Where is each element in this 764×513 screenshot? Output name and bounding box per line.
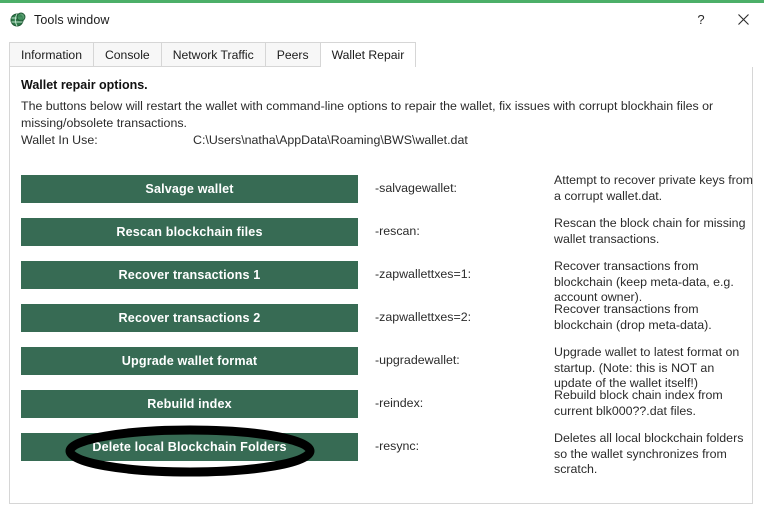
close-icon — [737, 14, 749, 25]
panel-heading: Wallet repair options. — [21, 78, 148, 92]
coin-globe-icon — [10, 12, 26, 28]
repair-row: Upgrade wallet format -upgradewallet: Up… — [10, 345, 754, 390]
rebuild-index-button[interactable]: Rebuild index — [21, 390, 358, 418]
upgrade-wallet-format-button[interactable]: Upgrade wallet format — [21, 347, 358, 375]
recover-transactions-1-description: Recover transactions from blockchain (ke… — [554, 259, 734, 304]
salvage-wallet-button[interactable]: Salvage wallet — [21, 175, 358, 203]
recover-transactions-1-button[interactable]: Recover transactions 1 — [21, 261, 358, 289]
delete-local-blockchain-folders-button[interactable]: Delete local Blockchain Folders — [21, 433, 358, 461]
salvage-wallet-description: Attempt to recover private keys from a c… — [554, 173, 754, 203]
wallet-in-use-label: Wallet In Use: — [21, 133, 98, 147]
window-controls: ? — [680, 3, 764, 36]
zapwallettxes-1-flag: -zapwallettxes=1: — [375, 267, 472, 281]
repair-row: Rescan blockchain files -rescan: Rescan … — [10, 216, 754, 261]
repair-row: Rebuild index -reindex: Rebuild block ch… — [10, 388, 754, 433]
reindex-flag: -reindex: — [375, 396, 424, 410]
wallet-repair-panel: Wallet repair options. The buttons below… — [9, 67, 753, 504]
tab-information[interactable]: Information — [9, 42, 93, 67]
tab-console[interactable]: Console — [92, 42, 161, 67]
recover-transactions-2-button[interactable]: Recover transactions 2 — [21, 304, 358, 332]
repair-row: Salvage wallet -salvagewallet: Attempt t… — [10, 173, 754, 218]
repair-row: Recover transactions 2 -zapwallettxes=2:… — [10, 302, 754, 347]
wallet-in-use-path: C:\Users\natha\AppData\Roaming\BWS\walle… — [193, 133, 468, 147]
salvage-wallet-flag: -salvagewallet: — [375, 181, 457, 195]
recover-transactions-2-description: Recover transactions from blockchain (dr… — [554, 302, 712, 332]
help-button[interactable]: ? — [680, 3, 722, 36]
tab-strip: Information Console Network Traffic Peer… — [9, 42, 753, 68]
rebuild-index-description: Rebuild block chain index from current b… — [554, 388, 723, 418]
window-title: Tools window — [34, 12, 110, 27]
panel-intro-text: The buttons below will restart the walle… — [21, 99, 714, 130]
tab-network-traffic[interactable]: Network Traffic — [160, 42, 265, 67]
tab-wallet-repair[interactable]: Wallet Repair — [319, 42, 417, 68]
tab-peers[interactable]: Peers — [264, 42, 320, 67]
wallet-in-use-row: Wallet In Use: C:\Users\natha\AppData\Ro… — [21, 133, 721, 147]
rescan-description: Rescan the block chain for missing walle… — [554, 216, 746, 246]
delete-blockchain-folders-description: Deletes all local blockchain folders so … — [554, 431, 744, 476]
repair-row: Delete local Blockchain Folders -resync:… — [10, 431, 754, 476]
title-bar: Tools window ? — [0, 3, 764, 36]
repair-action-list: Salvage wallet -salvagewallet: Attempt t… — [10, 173, 754, 476]
rescan-flag: -rescan: — [375, 224, 420, 238]
zapwallettxes-2-flag: -zapwallettxes=2: — [375, 310, 472, 324]
rescan-blockchain-files-button[interactable]: Rescan blockchain files — [21, 218, 358, 246]
resync-flag: -resync: — [375, 439, 420, 453]
repair-row: Recover transactions 1 -zapwallettxes=1:… — [10, 259, 754, 304]
tools-window: Tools window ? Information Console Netwo… — [0, 0, 764, 513]
upgrade-wallet-description: Upgrade wallet to latest format on start… — [554, 345, 740, 390]
close-button[interactable] — [722, 3, 764, 36]
upgradewallet-flag: -upgradewallet: — [375, 353, 460, 367]
